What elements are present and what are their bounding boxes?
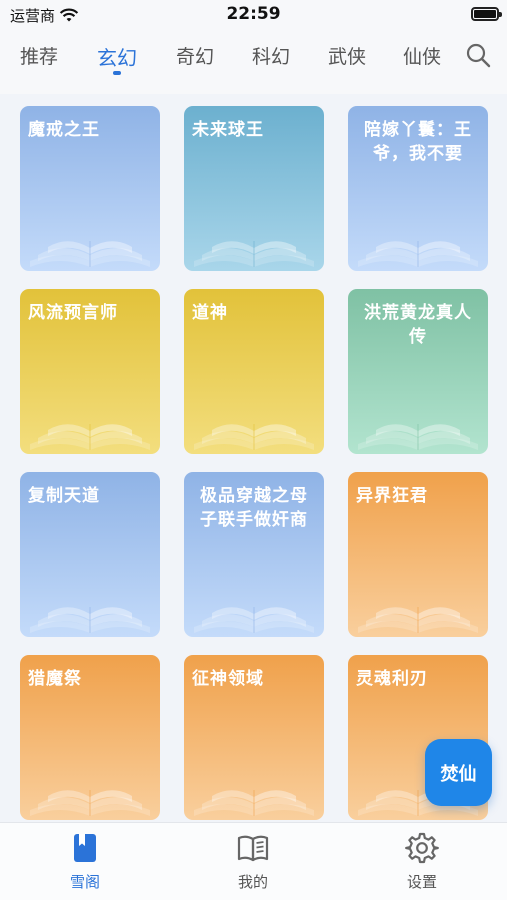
book-title: 复制天道: [28, 486, 100, 506]
clock: 22:59: [226, 4, 281, 24]
battery-icon: [471, 7, 502, 21]
nav-label-xuege: 雪阁: [69, 873, 100, 891]
book-title: 极品穿越之母子联手做奸商: [200, 486, 308, 530]
book-title: 猎魔祭: [28, 669, 82, 689]
book-title: 道神: [192, 303, 228, 323]
book-title: 风流预言师: [28, 303, 118, 323]
open-book-illustration-icon: [194, 790, 314, 816]
open-book-illustration-icon: [194, 607, 314, 633]
tab-xuanhuan[interactable]: 玄幻: [87, 42, 147, 71]
tab-xianxia[interactable]: 仙侠: [392, 42, 452, 69]
book-card[interactable]: 魔戒之王: [20, 106, 160, 271]
bottom-nav: 雪阁 我的 设置: [0, 822, 507, 900]
open-book-illustration-icon: [358, 607, 478, 633]
status-bar: 运营商 22:59: [0, 0, 507, 28]
book-card[interactable]: 道神: [184, 289, 324, 454]
book-title: 陪嫁丫鬟：王爷，我不要: [364, 120, 472, 164]
book-card[interactable]: 未来球王: [184, 106, 324, 271]
book-card[interactable]: 征神领域: [184, 655, 324, 820]
nav-item-mine[interactable]: 我的: [203, 831, 303, 892]
book-card[interactable]: 异界狂君: [348, 472, 488, 637]
open-book-illustration-icon: [30, 790, 150, 816]
book-title: 征神领域: [192, 669, 264, 689]
search-icon[interactable]: [465, 42, 491, 68]
open-book-illustration-icon: [358, 424, 478, 450]
open-book-illustration-icon: [30, 241, 150, 267]
book-title: 异界狂君: [356, 486, 428, 506]
book-card[interactable]: 洪荒黄龙真人传: [348, 289, 488, 454]
nav-item-xuege[interactable]: 雪阁: [35, 831, 135, 892]
nav-label-mine: 我的: [237, 873, 268, 891]
tab-qihuan[interactable]: 奇幻: [165, 42, 225, 69]
book-grid: 魔戒之王 未来球王 陪嫁丫鬟：王爷，我不要风流预言师 道神 洪荒黄龙真人传复制天道 极品穿…: [0, 94, 507, 822]
gear-icon: [405, 832, 439, 864]
book-title: 灵魂利刃: [356, 669, 428, 689]
fab-button[interactable]: 焚仙: [425, 739, 492, 806]
tab-recommend[interactable]: 推荐: [9, 42, 69, 69]
open-book-illustration-icon: [30, 424, 150, 450]
bookmark-book-icon: [74, 834, 96, 862]
open-book-illustration-icon: [194, 241, 314, 267]
book-title: 未来球王: [192, 120, 264, 140]
book-card[interactable]: 风流预言师: [20, 289, 160, 454]
open-book-illustration-icon: [358, 241, 478, 267]
book-card[interactable]: 猎魔祭: [20, 655, 160, 820]
active-tab-indicator: [113, 71, 121, 75]
tab-wuxia[interactable]: 武侠: [317, 42, 377, 69]
book-card[interactable]: 复制天道: [20, 472, 160, 637]
category-tab-bar: 推荐 玄幻 奇幻 科幻 武侠 仙侠: [0, 28, 507, 94]
nav-item-settings[interactable]: 设置: [372, 831, 472, 892]
book-title: 洪荒黄龙真人传: [364, 303, 472, 347]
open-book-illustration-icon: [194, 424, 314, 450]
open-book-icon: [237, 835, 269, 862]
book-card[interactable]: 陪嫁丫鬟：王爷，我不要: [348, 106, 488, 271]
book-title: 魔戒之王: [28, 120, 100, 140]
nav-label-settings: 设置: [406, 873, 437, 891]
book-card[interactable]: 极品穿越之母子联手做奸商: [184, 472, 324, 637]
tab-kehuan[interactable]: 科幻: [241, 42, 301, 69]
open-book-illustration-icon: [30, 607, 150, 633]
